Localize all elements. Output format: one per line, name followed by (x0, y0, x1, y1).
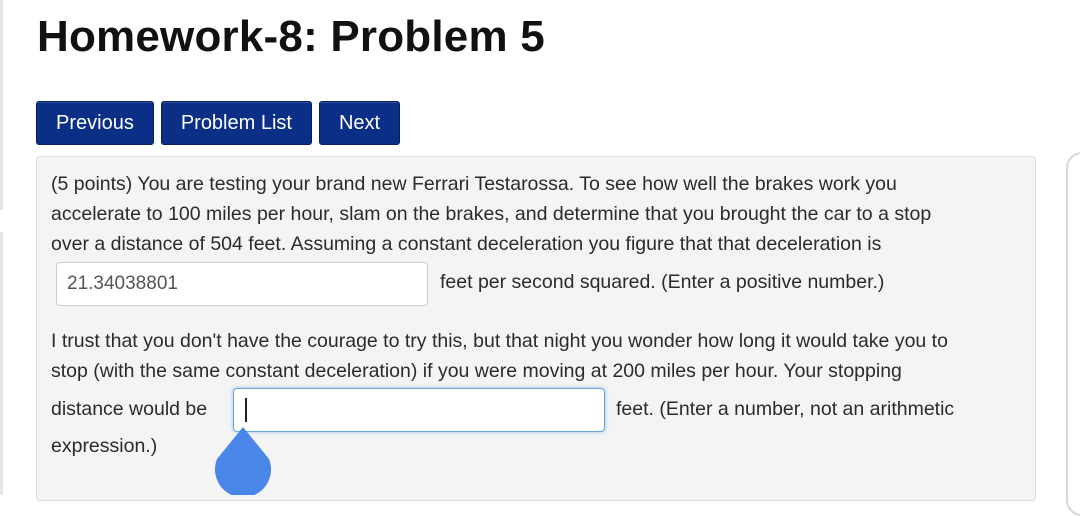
left-edge (0, 232, 3, 495)
problem-list-button[interactable]: Problem List (160, 101, 312, 145)
answer-1-input[interactable] (56, 262, 428, 306)
cursor-handle-icon[interactable] (212, 425, 274, 495)
side-panel-edge (1066, 152, 1080, 516)
text-caret (245, 398, 247, 422)
previous-button[interactable]: Previous (36, 101, 154, 145)
problem-text: (5 points) You are testing your brand ne… (51, 173, 897, 195)
problem-text: distance would be (51, 398, 208, 420)
problem-text: accelerate to 100 miles per hour, slam o… (51, 203, 932, 225)
problem-text: stop (with the same constant deceleratio… (51, 360, 902, 382)
problem-text: I trust that you don't have the courage … (51, 330, 948, 352)
page-title: Homework-8: Problem 5 (37, 12, 545, 61)
left-edge (0, 0, 3, 210)
problem-text: over a distance of 504 feet. Assuming a … (51, 233, 882, 255)
problem-nav: Previous Problem List Next (36, 101, 401, 145)
problem-text: expression.) (51, 435, 158, 457)
problem-text: feet per second squared. (Enter a positi… (440, 271, 885, 293)
next-button[interactable]: Next (318, 101, 401, 145)
problem-text: feet. (Enter a number, not an arithmetic (616, 398, 955, 420)
answer-2-input[interactable] (233, 388, 605, 432)
